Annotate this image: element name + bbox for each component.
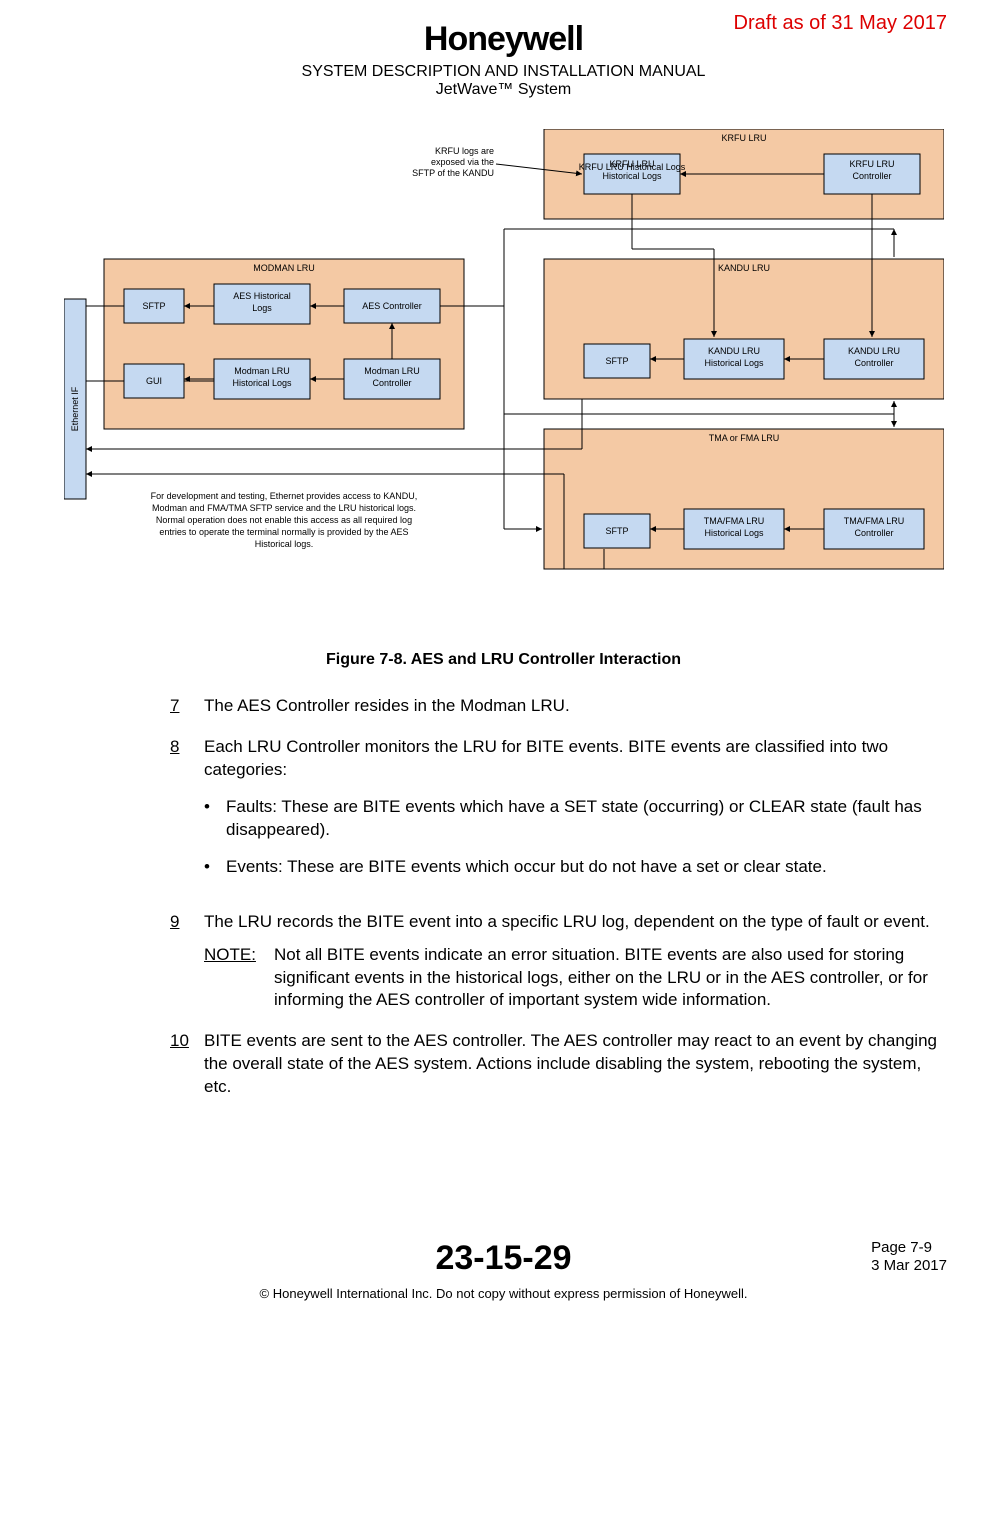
item-text: The AES Controller resides in the Modman… — [204, 695, 947, 718]
svg-text:TMA/FMA LRU: TMA/FMA LRU — [843, 516, 904, 526]
svg-text:entries to operate the termina: entries to operate the terminal normally… — [159, 527, 408, 537]
figure-caption: Figure 7-8. AES and LRU Controller Inter… — [60, 651, 947, 669]
svg-text:Modman LRU: Modman LRU — [234, 366, 290, 376]
svg-text:Controller: Controller — [852, 171, 891, 181]
svg-text:Controller: Controller — [854, 528, 893, 538]
svg-text:KRFU logs are: KRFU logs are — [434, 146, 493, 156]
svg-text:Normal operation does not enab: Normal operation does not enable this ac… — [155, 515, 411, 525]
svg-text:SFTP: SFTP — [605, 356, 628, 366]
svg-text:exposed via the: exposed via the — [430, 157, 493, 167]
svg-text:KRFU LRU: KRFU LRU — [849, 159, 894, 169]
svg-text:AES Controller: AES Controller — [362, 301, 422, 311]
bullet-text: Events: These are BITE events which occu… — [226, 856, 827, 879]
svg-text:Historical Logs: Historical Logs — [232, 378, 292, 388]
svg-text:Logs: Logs — [252, 303, 272, 313]
doc-number: 23-15-29 — [60, 1239, 947, 1278]
page-date: 3 Mar 2017 — [871, 1257, 947, 1275]
svg-text:KRFU LRU: KRFU LRU — [609, 159, 654, 169]
svg-text:Historical logs.: Historical logs. — [254, 539, 313, 549]
doc-title: SYSTEM DESCRIPTION AND INSTALLATION MANU… — [60, 63, 947, 81]
svg-text:SFTP: SFTP — [605, 526, 628, 536]
item-number: 7 — [170, 695, 204, 718]
svg-text:Modman LRU: Modman LRU — [364, 366, 420, 376]
item-text: The LRU records the BITE event into a sp… — [204, 911, 947, 1013]
bullet-text: Faults: These are BITE events which have… — [226, 796, 947, 842]
svg-text:Ethernet IF: Ethernet IF — [70, 386, 80, 431]
svg-text:MODMAN LRU: MODMAN LRU — [253, 263, 315, 273]
note-text: Not all BITE events indicate an error si… — [274, 944, 947, 1013]
item-text: Each LRU Controller monitors the LRU for… — [204, 736, 947, 893]
item-number: 9 — [170, 911, 204, 1013]
svg-text:For development and testing, E: For development and testing, Ethernet pr… — [150, 491, 417, 501]
svg-text:KANDU LRU: KANDU LRU — [717, 263, 769, 273]
svg-text:TMA/FMA LRU: TMA/FMA LRU — [703, 516, 764, 526]
svg-text:TMA or FMA LRU: TMA or FMA LRU — [708, 433, 779, 443]
svg-text:Controller: Controller — [854, 358, 893, 368]
diagram: Ethernet IF KRFU LRU KRFU LRU Historical… — [60, 129, 947, 639]
svg-text:SFTP: SFTP — [142, 301, 165, 311]
svg-text:Modman and FMA/TMA SFTP servic: Modman and FMA/TMA SFTP service and the … — [152, 503, 416, 513]
page-number: Page 7-9 — [871, 1239, 947, 1257]
item-number: 10 — [170, 1030, 204, 1099]
svg-text:Historical Logs: Historical Logs — [602, 171, 662, 181]
copyright: © Honeywell International Inc. Do not co… — [60, 1286, 947, 1301]
svg-text:Historical Logs: Historical Logs — [704, 528, 764, 538]
svg-text:AES Historical: AES Historical — [233, 291, 291, 301]
svg-text:Historical Logs: Historical Logs — [704, 358, 764, 368]
svg-text:KANDU LRU: KANDU LRU — [707, 346, 759, 356]
svg-text:KANDU LRU: KANDU LRU — [847, 346, 899, 356]
svg-text:SFTP of the KANDU: SFTP of the KANDU — [412, 168, 494, 178]
item-text: BITE events are sent to the AES controll… — [204, 1030, 947, 1099]
svg-text:GUI: GUI — [145, 376, 161, 386]
svg-text:Controller: Controller — [372, 378, 411, 388]
item-number: 8 — [170, 736, 204, 893]
svg-text:KRFU LRU: KRFU LRU — [721, 133, 766, 143]
draft-stamp: Draft as of 31 May 2017 — [734, 12, 947, 35]
body-text: 7 The AES Controller resides in the Modm… — [170, 695, 947, 1099]
system-title: JetWave™ System — [60, 81, 947, 99]
note-label: NOTE: — [204, 944, 274, 1013]
